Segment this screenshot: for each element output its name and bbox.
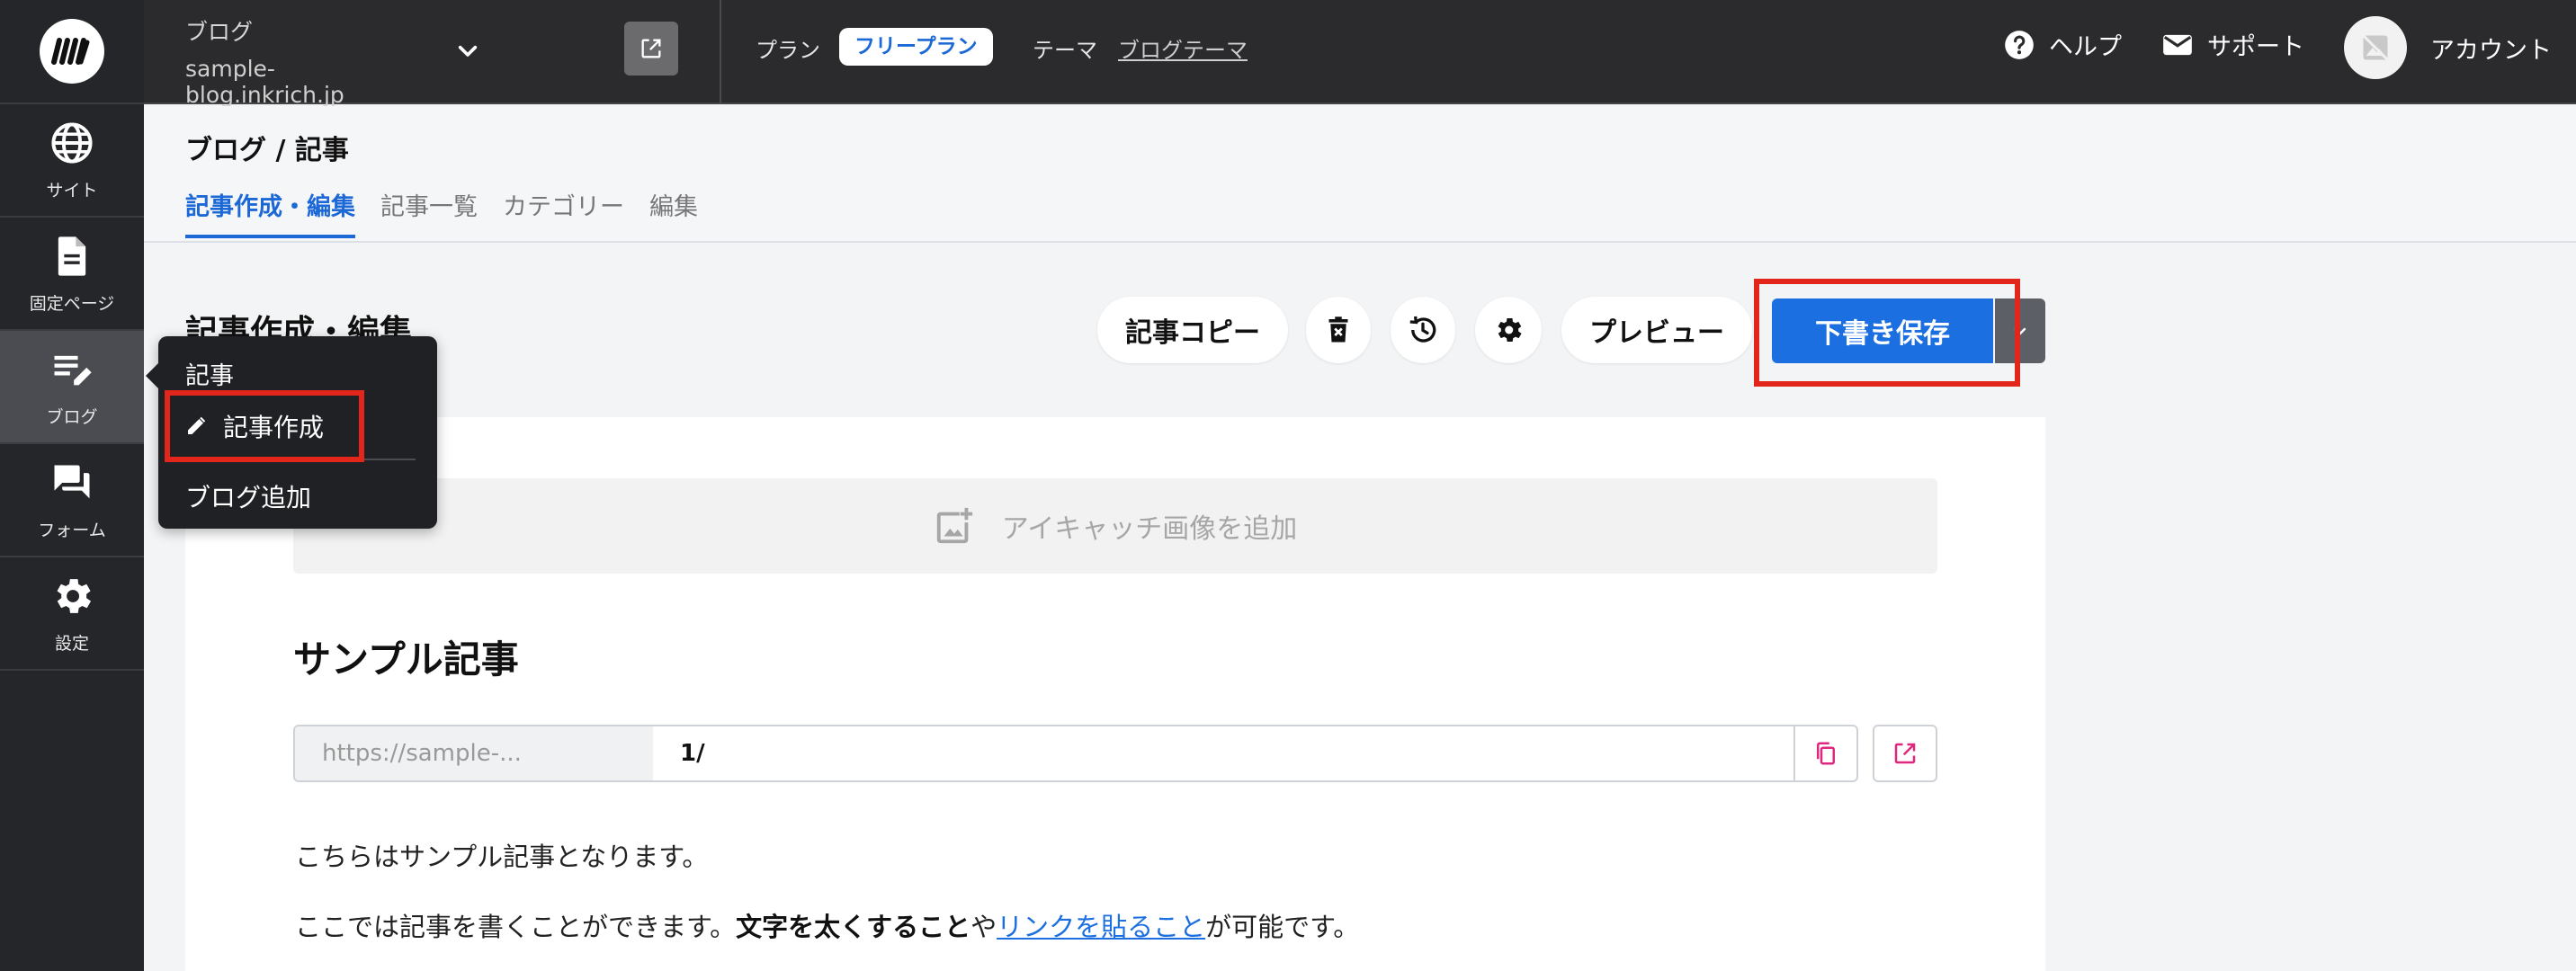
blog-edit-icon [54,355,92,385]
inline-link[interactable]: リンクを貼ること [997,912,1205,942]
support-link[interactable]: サポート [2160,27,2304,62]
avatar [2344,16,2407,79]
inkrich-logo[interactable] [40,19,104,84]
blog-type-label: ブログ [185,19,254,45]
article-title[interactable]: サンプル記事 [293,629,519,684]
theme-label: テーマ [1033,38,1097,63]
logo-mark-icon [51,38,90,65]
article-paragraph[interactable]: ここでは記事を書くことができます。文字を太くすることやリンクを貼ることが可能です… [295,906,1359,944]
external-link-icon [641,39,661,58]
article-url-field: https://sample-... [293,725,1858,782]
account-label: アカウント [2430,36,2552,65]
blog-domain-label: sample-blog.inkrich.jp [185,56,344,108]
delete-icon [1328,316,1348,343]
pencil-icon [188,416,206,434]
tab-edit[interactable]: 編集 [649,187,698,238]
flyout-divider [182,459,416,460]
add-blog-menu-item[interactable]: ブログ追加 [185,478,311,514]
no-image-icon [2362,34,2389,61]
flyout-heading: 記事 [185,362,234,390]
forum-icon [54,465,90,498]
blog-flyout-menu: 記事 記事作成 ブログ追加 [146,336,437,529]
sidebar-item-pages[interactable]: 固定ページ [0,218,144,331]
preview-button[interactable]: プレビュー [1561,297,1752,363]
sidebar-item-label: 固定ページ [29,293,115,314]
copy-url-button[interactable] [1793,726,1856,780]
delete-button[interactable] [1306,297,1371,363]
sidebar-item-label: 設定 [54,633,89,654]
logo-cell [0,0,144,104]
sidebar-item-blog[interactable]: ブログ [0,331,144,444]
mail-icon [2163,34,2192,55]
account-link[interactable]: アカウント [2344,16,2552,79]
sidebar-item-label: フォーム [38,520,106,540]
tab-bar: 記事作成・編集 記事一覧 カテゴリー 編集 [185,187,723,238]
open-site-button[interactable] [624,22,678,76]
history-button[interactable] [1391,297,1455,363]
add-eyecatch-image-button[interactable]: アイキャッチ画像を追加 [293,478,1937,574]
article-settings-button[interactable] [1475,297,1542,363]
chevron-down-icon [2014,327,2026,335]
support-label: サポート [2207,33,2304,61]
article-paragraph[interactable]: こちらはサンプル記事となります。 [295,836,708,874]
copy-article-button[interactable]: 記事コピー [1097,297,1288,363]
save-options-button[interactable] [1995,298,2045,363]
gear-icon [1498,317,1522,343]
sidebar-item-label: ブログ [46,406,98,427]
document-icon [58,236,86,276]
create-article-label: 記事作成 [223,413,325,442]
plan-label: プラン [756,38,820,63]
copy-icon [1817,742,1835,765]
help-icon [2005,30,2034,59]
external-link-icon [1894,743,1916,764]
sub-header: ブログ / 記事 記事作成・編集 記事一覧 カテゴリー 編集 [144,106,2576,243]
gear-icon [57,578,92,613]
paragraph-text: が可能です。 [1205,912,1360,942]
theme-link[interactable]: ブログテーマ [1118,32,1248,64]
create-article-menu-item[interactable]: 記事作成 [185,403,324,450]
add-photo-icon [936,507,972,544]
open-url-button[interactable] [1873,725,1937,782]
breadcrumb: ブログ / 記事 [185,135,349,166]
save-draft-button[interactable]: 下書き保存 [1772,298,1993,363]
paragraph-text: ここでは記事を書くことができます。 [295,912,737,942]
history-icon [1409,316,1436,343]
globe-icon [51,121,93,164]
url-prefix: https://sample-... [295,726,653,780]
plan-badge[interactable]: フリープラン [839,28,993,66]
help-label: ヘルプ [2049,33,2122,61]
tab-article-list[interactable]: 記事一覧 [380,187,478,238]
sidebar-item-settings[interactable]: 設定 [0,557,144,671]
chevron-down-icon[interactable] [450,32,486,68]
sidebar-item-form[interactable]: フォーム [0,444,144,557]
sidebar-item-site[interactable]: サイト [0,104,144,218]
help-link[interactable]: ヘルプ [2002,27,2122,62]
header-divider [720,0,721,104]
top-header: ブログ sample-blog.inkrich.jp プラン フリープラン テー… [144,0,2576,108]
blog-switcher[interactable]: ブログ sample-blog.inkrich.jp [185,13,419,108]
bold-text: 文字を太くすること [736,912,971,942]
tab-category[interactable]: カテゴリー [503,187,624,238]
url-slug-input[interactable] [653,726,1793,780]
paragraph-text: や [970,912,997,942]
eyecatch-label: アイキャッチ画像を追加 [1001,513,1298,545]
left-sidebar: サイト 固定ページ ブログ フォーム 設定 [0,0,144,971]
sidebar-item-label: サイト [46,180,98,200]
tab-create-edit[interactable]: 記事作成・編集 [185,187,355,238]
